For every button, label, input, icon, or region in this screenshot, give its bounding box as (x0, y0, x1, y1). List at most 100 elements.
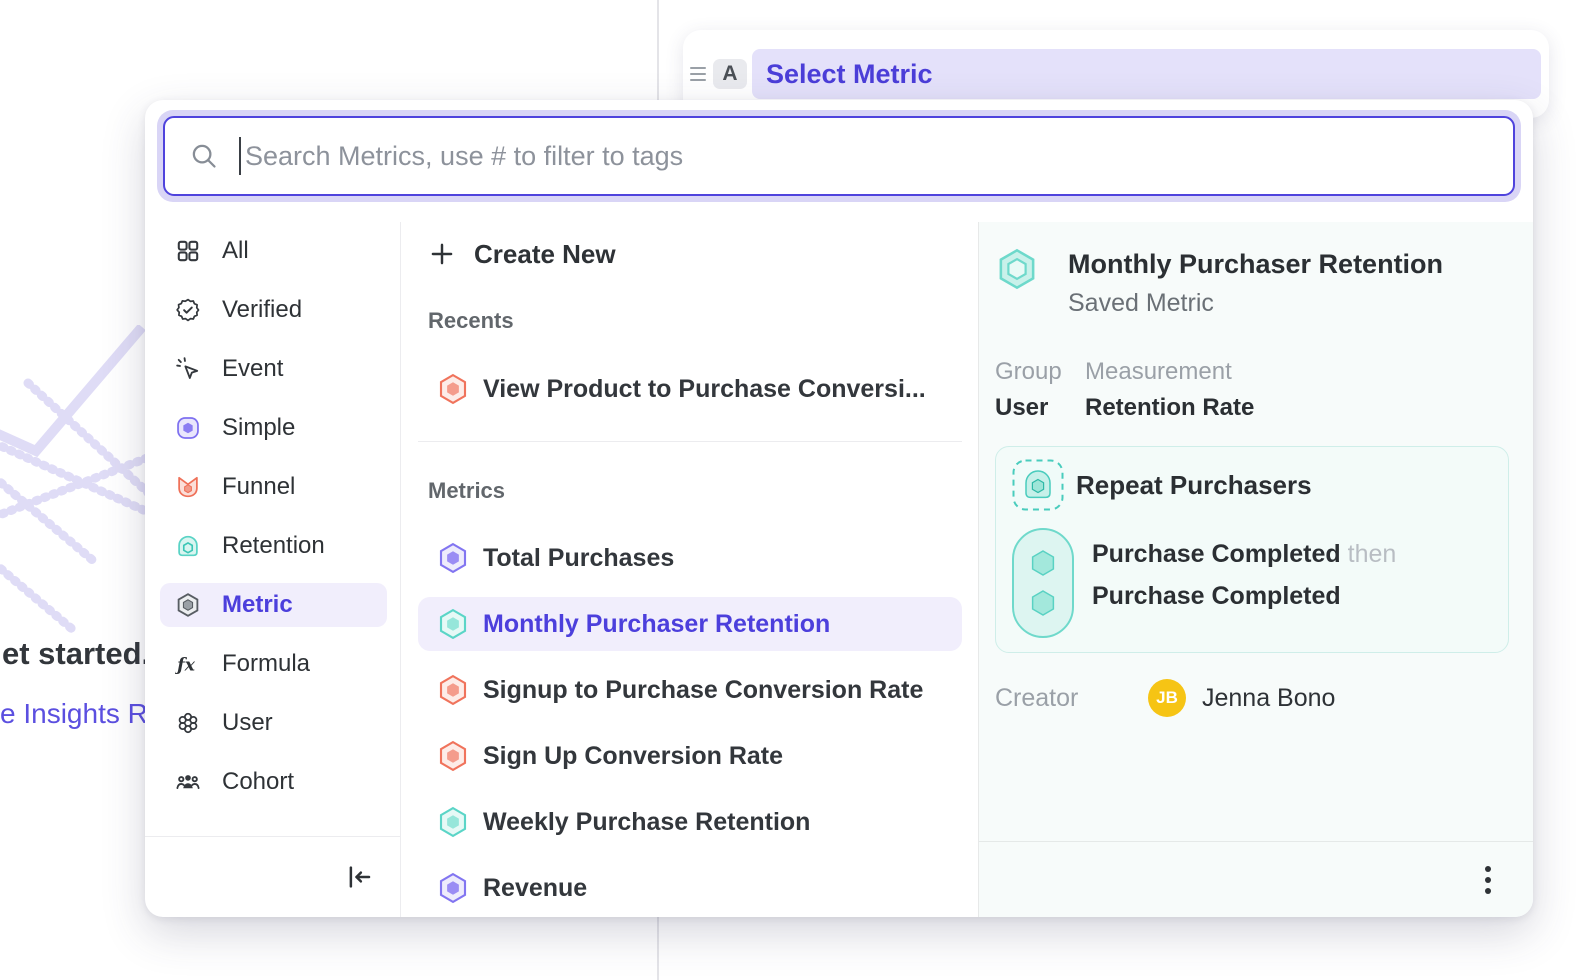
list-item-label: View Product to Purchase Conversi... (483, 375, 926, 404)
detail-fields: Group User Measurement Retention Rate (995, 358, 1521, 422)
list-item-label: Sign Up Conversion Rate (483, 742, 783, 771)
list-item-metric[interactable]: Weekly Purchase Retention (418, 795, 962, 849)
sidebar-item-label: Metric (222, 591, 293, 619)
creator-row: Creator JB Jenna Bono (995, 679, 1521, 717)
search-input[interactable] (245, 141, 1489, 172)
sidebar-item-label: Simple (222, 414, 295, 442)
list-item-metric[interactable]: Signup to Purchase Conversion Rate (418, 663, 962, 717)
metric-hexagon-icon (175, 592, 201, 618)
search-focus-ring (157, 110, 1521, 202)
avatar: JB (1148, 679, 1186, 717)
sidebar-item-label: All (222, 237, 249, 265)
create-new-button[interactable]: Create New (418, 230, 962, 278)
metric-detail-panel: Monthly Purchaser Retention Saved Metric… (979, 222, 1533, 917)
coral-metric-hexagon-icon (437, 674, 469, 706)
simple-metric-icon (175, 415, 201, 441)
grid-icon (175, 238, 201, 264)
plus-icon (428, 240, 456, 268)
group-value: User (995, 394, 1085, 422)
select-metric-button[interactable]: Select Metric (752, 49, 1541, 99)
metric-definition-card: Repeat Purchasers (995, 446, 1509, 653)
coral-metric-hexagon-icon (437, 740, 469, 772)
series-a-badge: A (713, 59, 747, 89)
verified-badge-icon (175, 297, 201, 323)
step1-event: Purchase Completed (1092, 540, 1341, 568)
teal-metric-hexagon-icon (437, 806, 469, 838)
event-cursor-icon (175, 356, 201, 382)
creator-name: Jenna Bono (1202, 684, 1335, 713)
sidebar-item-label: Event (222, 355, 283, 383)
sidebar-item-label: Funnel (222, 473, 295, 501)
purple-metric-hexagon-icon (437, 872, 469, 904)
sidebar-item-label: Retention (222, 532, 325, 560)
collapse-sidebar-button[interactable] (344, 862, 374, 892)
definition-title: Repeat Purchasers (1076, 470, 1312, 501)
detail-footer (979, 841, 1533, 917)
metric-picker-modal: All Verified (145, 100, 1533, 917)
list-item-metric-selected[interactable]: Monthly Purchaser Retention (418, 597, 962, 651)
user-cluster-icon (175, 710, 201, 736)
list-item-label: Signup to Purchase Conversion Rate (483, 676, 923, 705)
metric-list-column: Create New Recents View Product to Purch… (401, 222, 979, 917)
saved-metric-hexagon-icon (995, 247, 1039, 291)
screen: et started. e Insights Re A Select Metri… (0, 0, 1576, 980)
step2-event: Purchase Completed (1092, 582, 1341, 610)
step-connector: then (1348, 540, 1397, 568)
collapse-left-icon (344, 862, 374, 892)
list-divider (418, 441, 962, 442)
list-item-metric[interactable]: Sign Up Conversion Rate (418, 729, 962, 783)
list-item-label: Monthly Purchaser Retention (483, 610, 830, 639)
cohort-people-icon (175, 769, 201, 795)
creator-label: Creator (995, 684, 1148, 713)
background-insights-link-fragment[interactable]: e Insights Re (0, 698, 163, 730)
sidebar-item-simple[interactable]: Simple (160, 406, 387, 450)
sidebar-item-verified[interactable]: Verified (160, 288, 387, 332)
step-hexagon-icon (1028, 548, 1058, 578)
funnel-metric-hexagon-icon (437, 373, 469, 405)
sidebar-item-funnel[interactable]: Funnel (160, 465, 387, 509)
background-heading-fragment: et started. (2, 636, 150, 672)
retention-icon (175, 533, 201, 559)
select-metric-label: Select Metric (766, 59, 933, 90)
list-item-recent[interactable]: View Product to Purchase Conversi... (418, 361, 962, 417)
list-item-metric[interactable]: Total Purchases (418, 531, 962, 585)
sidebar-item-label: Verified (222, 296, 302, 324)
sidebar-item-user[interactable]: User (160, 701, 387, 745)
sidebar-item-retention[interactable]: Retention (160, 524, 387, 568)
sidebar-item-formula[interactable]: ƒx Formula (160, 642, 387, 686)
sidebar-item-cohort[interactable]: Cohort (160, 760, 387, 804)
list-item-label: Weekly Purchase Retention (483, 808, 810, 837)
detail-title: Monthly Purchaser Retention (1068, 247, 1443, 280)
search-icon (189, 141, 219, 171)
search-box (163, 116, 1515, 196)
retention-steps-capsule (1012, 528, 1074, 638)
sidebar-item-label: Cohort (222, 768, 294, 796)
group-label: Group (995, 358, 1085, 386)
sidebar-item-event[interactable]: Event (160, 347, 387, 391)
measurement-label: Measurement (1085, 358, 1254, 386)
drag-handle-icon[interactable] (690, 67, 706, 81)
sidebar-item-all[interactable]: All (160, 229, 387, 273)
teal-metric-hexagon-icon (437, 608, 469, 640)
metrics-section-label: Metrics (428, 478, 962, 504)
text-cursor (239, 137, 241, 175)
formula-fx-icon: ƒx (175, 651, 201, 677)
step-hexagon-icon (1028, 588, 1058, 618)
filter-sidebar: All Verified (145, 222, 401, 917)
measurement-value: Retention Rate (1085, 394, 1254, 422)
list-item-label: Revenue (483, 874, 587, 903)
sidebar-item-metric[interactable]: Metric (160, 583, 387, 627)
recents-section-label: Recents (428, 308, 962, 334)
detail-header: Monthly Purchaser Retention Saved Metric (995, 247, 1521, 318)
svg-text:ƒx: ƒx (175, 656, 196, 676)
list-item-label: Total Purchases (483, 544, 674, 573)
purple-metric-hexagon-icon (437, 542, 469, 574)
repeat-purchasers-icon (1012, 459, 1064, 511)
list-item-metric[interactable]: Revenue (418, 861, 962, 915)
funnel-icon (175, 474, 201, 500)
more-options-button[interactable] (1479, 860, 1497, 900)
sidebar-item-label: Formula (222, 650, 310, 678)
create-new-label: Create New (474, 239, 616, 270)
detail-subtitle: Saved Metric (1068, 289, 1443, 318)
sidebar-footer (145, 836, 400, 917)
